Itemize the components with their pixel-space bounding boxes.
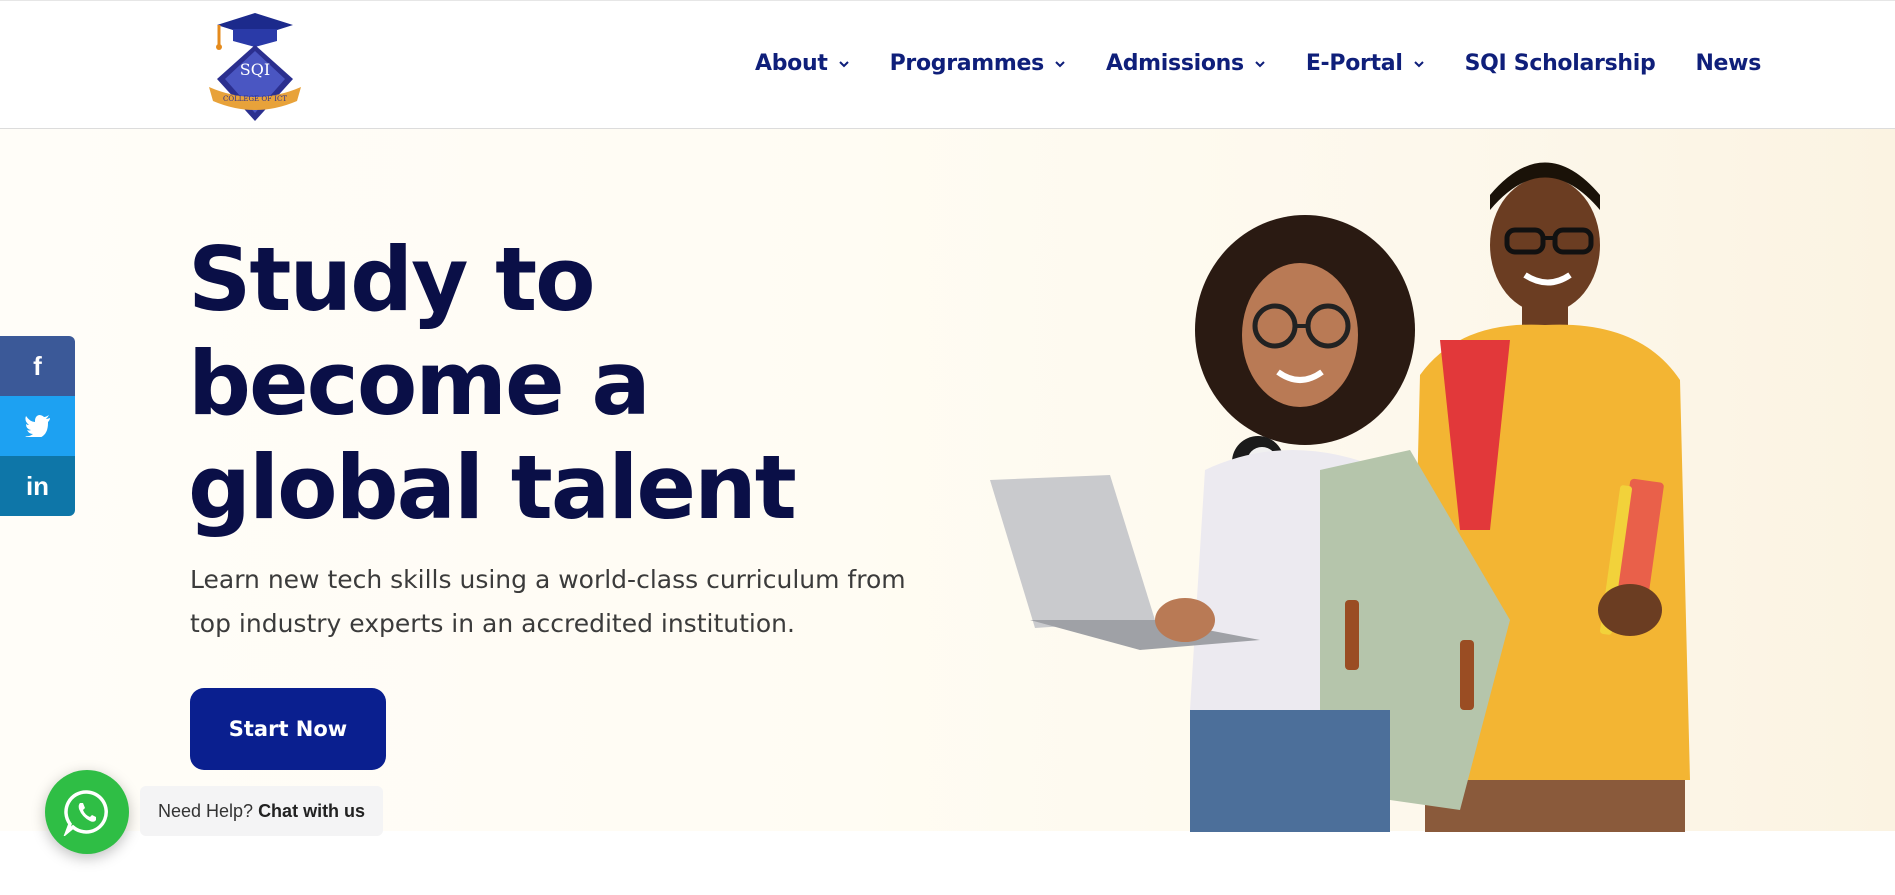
students-illustration <box>990 150 1710 832</box>
chevron-down-icon <box>1055 60 1065 67</box>
start-now-button[interactable]: Start Now <box>190 688 386 770</box>
nav-e-portal[interactable]: E-Portal <box>1306 51 1425 76</box>
nav-admissions-label: Admissions <box>1105 51 1244 76</box>
logo-text: SQI <box>240 60 270 79</box>
sqi-logo[interactable]: SQI COLLEGE OF ICT <box>205 9 305 121</box>
social-share-rail: f in <box>0 336 75 516</box>
twitter-icon <box>24 415 50 437</box>
hero-subtext: Learn new tech skills using a world-clas… <box>190 565 906 638</box>
site-header: SQI COLLEGE OF ICT About Programmes Admi… <box>0 0 1895 129</box>
chevron-down-icon <box>1255 60 1265 67</box>
nav-programmes[interactable]: Programmes <box>890 51 1066 76</box>
facebook-button[interactable]: f <box>0 336 75 396</box>
nav-sqi-scholarship[interactable]: SQI Scholarship <box>1465 51 1656 76</box>
sqi-logo-graphic: SQI COLLEGE OF ICT <box>209 13 301 121</box>
whatsapp-icon <box>63 790 108 836</box>
linkedin-icon: in <box>25 470 50 501</box>
nav-about-label: About <box>755 51 828 76</box>
headline-line-3: global talent <box>188 436 797 539</box>
nav-e-portal-label: E-Portal <box>1305 51 1403 76</box>
hero-headline: Study to become a global talent <box>188 228 908 540</box>
chevron-down-icon <box>838 60 849 67</box>
chat-prefix: Need Help? <box>158 800 254 821</box>
headline-line-1: Study to <box>188 228 596 331</box>
nav-sqi-scholarship-label: SQI Scholarship <box>1464 51 1656 76</box>
chevron-down-icon <box>1413 60 1424 67</box>
nav-admissions[interactable]: Admissions <box>1106 51 1266 76</box>
chat-help-label[interactable]: Need Help? Chat with us <box>140 786 384 836</box>
chat-action: Chat with us <box>258 800 366 821</box>
nav-about[interactable]: About <box>755 51 850 76</box>
nav-news[interactable]: News <box>1695 51 1761 76</box>
linkedin-button[interactable]: in <box>0 456 75 516</box>
facebook-icon: f <box>33 350 42 381</box>
whatsapp-chat-button[interactable] <box>45 770 129 854</box>
logo-ribbon-text: COLLEGE OF ICT <box>223 95 287 103</box>
twitter-button[interactable] <box>0 396 75 456</box>
nav-news-label: News <box>1695 51 1761 76</box>
headline-line-2: become a <box>188 332 651 435</box>
nav-programmes-label: Programmes <box>889 51 1045 76</box>
main-nav: About Programmes Admissions E-Portal SQI… <box>755 51 1801 76</box>
